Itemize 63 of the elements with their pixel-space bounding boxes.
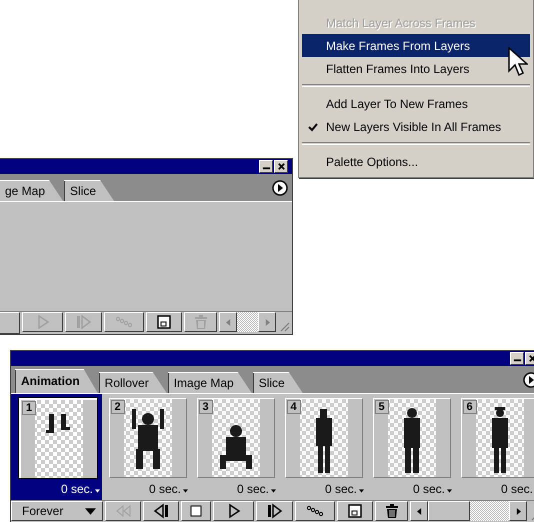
- first-frame-icon: [114, 503, 132, 519]
- palette-tab[interactable]: ge Map: [0, 180, 64, 201]
- palette-tab[interactable]: Rollover: [98, 372, 167, 393]
- caret-icon: [95, 489, 100, 493]
- minimize-button[interactable]: [510, 352, 524, 365]
- caret-icon: [359, 489, 364, 493]
- resize-grip-icon[interactable]: [278, 320, 290, 332]
- delete-button[interactable]: [375, 501, 408, 521]
- palette-tab[interactable]: Slice: [64, 180, 114, 201]
- scrollbar[interactable]: [410, 501, 527, 521]
- menu-item[interactable]: New Layers Visible In All Frames: [302, 115, 530, 138]
- next-button[interactable]: [256, 501, 293, 521]
- menu-item[interactable]: Palette Options...: [302, 150, 530, 173]
- frame-delay-dropdown[interactable]: 0 sec.: [500, 482, 534, 496]
- tween-icon: [306, 503, 324, 519]
- caret-icon: [447, 489, 452, 493]
- checkmark-icon: [308, 122, 318, 132]
- palette-tab[interactable]: Image Map: [168, 372, 252, 393]
- caret-icon: [271, 489, 276, 493]
- mouse-pointer-icon: [508, 47, 528, 79]
- menu-item[interactable]: Add Layer To New Frames: [302, 92, 530, 115]
- new-frame-icon: [346, 503, 364, 519]
- close-button[interactable]: [274, 160, 288, 173]
- frame-number: 5: [374, 400, 389, 414]
- new-button[interactable]: [146, 312, 182, 332]
- new-frame-icon: [155, 314, 173, 330]
- frame-delay-dropdown[interactable]: 0 sec.: [236, 482, 276, 496]
- loop-dropdown[interactable]: Forever: [11, 501, 103, 521]
- menu-item[interactable]: Flatten Frames Into Layers: [302, 57, 530, 80]
- frame-delay-dropdown[interactable]: 0 sec.: [324, 482, 364, 496]
- toolbar-button[interactable]: [0, 312, 20, 334]
- tween-button[interactable]: [295, 501, 335, 521]
- palette-tab[interactable]: Slice: [252, 372, 303, 393]
- play-button[interactable]: [213, 501, 254, 521]
- previous-frame-icon: [152, 503, 170, 519]
- next-frame-icon: [74, 314, 92, 330]
- prev-button[interactable]: [143, 501, 179, 521]
- caret-icon: [85, 508, 96, 514]
- frame-number: 3: [198, 400, 213, 414]
- animation-frame[interactable]: 1 0 sec.: [11, 394, 102, 500]
- stop-button[interactable]: [181, 501, 211, 521]
- frame-delay-dropdown[interactable]: 0 sec.: [148, 482, 188, 496]
- palette-menu-button[interactable]: [272, 180, 288, 196]
- left-arrow-icon: [226, 318, 230, 326]
- frame-number: 6: [462, 400, 477, 414]
- right-arrow-icon: [264, 318, 270, 326]
- frame-number: 4: [286, 400, 301, 414]
- menu-item[interactable]: Make Frames From Layers: [302, 34, 530, 57]
- caret-icon: [183, 489, 188, 493]
- frame-delay-dropdown[interactable]: 0 sec.: [412, 482, 452, 496]
- scrollbar[interactable]: [219, 312, 276, 332]
- minimize-button[interactable]: [259, 160, 273, 173]
- frame-number: 2: [110, 400, 125, 414]
- next-frame-icon: [266, 503, 284, 519]
- tween-icon: [115, 314, 133, 330]
- palette-tab[interactable]: Animation: [15, 369, 98, 393]
- new-button[interactable]: [337, 501, 373, 521]
- left-arrow-icon: [416, 508, 422, 514]
- close-icon: [528, 354, 534, 363]
- frame-number: 1: [22, 401, 36, 415]
- close-icon: [276, 162, 286, 171]
- right-arrow-icon: [516, 508, 520, 514]
- frame-delay-dropdown[interactable]: 0 sec.: [60, 482, 100, 496]
